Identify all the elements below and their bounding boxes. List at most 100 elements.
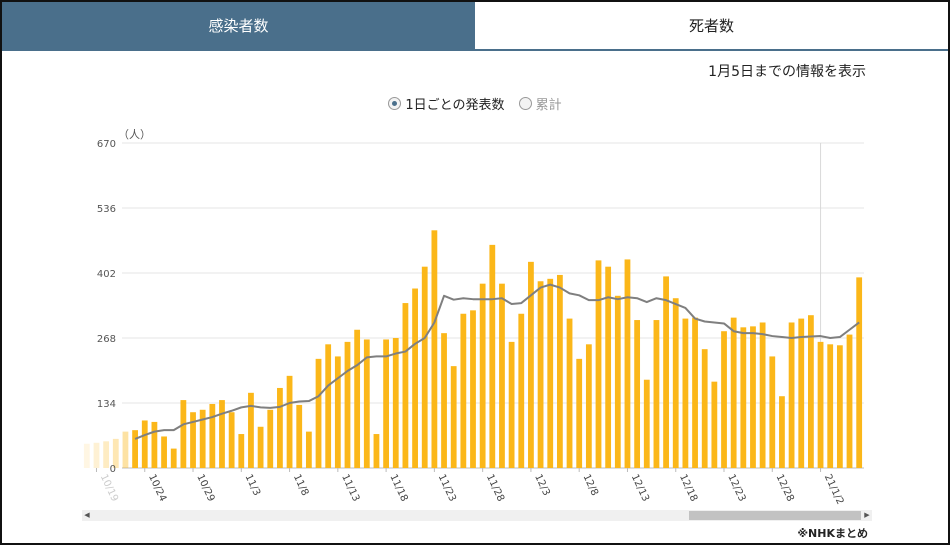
bar[interactable] [721, 331, 727, 468]
bar[interactable] [798, 318, 805, 468]
bar[interactable] [83, 443, 90, 468]
tab-infections[interactable]: 感染者数 [2, 2, 475, 49]
bar[interactable] [325, 344, 332, 468]
bar[interactable] [248, 392, 254, 468]
bar[interactable] [643, 379, 650, 468]
bar[interactable] [634, 320, 641, 468]
bar[interactable] [672, 298, 679, 468]
bar[interactable] [354, 329, 361, 468]
y-tick-label: 670 [97, 139, 116, 150]
bar[interactable] [305, 431, 312, 468]
scroll-left-arrow-icon[interactable]: ◀ [82, 510, 92, 521]
y-tick-label: 268 [97, 334, 116, 345]
bar[interactable] [132, 430, 138, 468]
bar[interactable] [808, 315, 814, 468]
bar[interactable] [267, 409, 274, 468]
bar[interactable] [556, 274, 563, 468]
bar[interactable] [489, 244, 496, 468]
bar[interactable] [499, 283, 505, 468]
bar[interactable] [315, 358, 322, 468]
bar[interactable] [161, 436, 167, 468]
x-tick-label: 11/13 [339, 473, 361, 504]
bar[interactable] [103, 441, 110, 468]
bar[interactable] [93, 442, 100, 468]
bar[interactable] [141, 420, 148, 468]
bar[interactable] [209, 403, 216, 468]
bar[interactable] [788, 322, 795, 468]
bar[interactable] [180, 400, 187, 468]
bar[interactable] [277, 387, 283, 468]
bar[interactable] [219, 400, 225, 468]
radio-button-icon[interactable] [388, 97, 402, 110]
bar[interactable] [663, 276, 669, 468]
bar[interactable] [412, 288, 418, 468]
bar[interactable] [460, 313, 467, 468]
radio-daily[interactable]: 1日ごとの発表数 [388, 94, 505, 113]
bar[interactable] [682, 318, 689, 468]
bar[interactable] [827, 344, 834, 468]
bar[interactable] [566, 318, 573, 468]
bar[interactable] [170, 448, 177, 468]
bar[interactable] [547, 278, 554, 468]
bar[interactable] [238, 434, 245, 468]
bar[interactable] [856, 277, 863, 468]
x-tick-label: 12/3 [532, 473, 551, 498]
x-tick-label: 10/24 [146, 473, 168, 504]
bar[interactable] [421, 266, 428, 468]
bar[interactable] [779, 396, 785, 468]
bar[interactable] [692, 317, 698, 468]
y-axis-unit-label: （人） [118, 128, 151, 141]
bar[interactable] [122, 431, 129, 468]
bar[interactable] [750, 326, 756, 468]
bar[interactable] [334, 356, 341, 468]
bar[interactable] [344, 341, 351, 468]
bar[interactable] [508, 341, 515, 468]
bar[interactable] [817, 341, 824, 468]
bar[interactable] [518, 313, 525, 468]
bar[interactable] [614, 295, 621, 468]
bar[interactable] [653, 320, 660, 468]
bar[interactable] [537, 281, 544, 468]
scroll-right-arrow-icon[interactable]: ▶ [862, 510, 872, 521]
tab-bar: 感染者数 死者数 [2, 2, 948, 51]
tab-deaths[interactable]: 死者数 [475, 2, 948, 49]
bar[interactable] [257, 426, 264, 468]
bar[interactable] [759, 322, 766, 468]
bar[interactable] [402, 303, 409, 468]
scroll-thumb[interactable] [689, 511, 861, 520]
x-tick-label: 11/8 [291, 473, 310, 498]
bar[interactable] [286, 375, 293, 468]
daily-cases-chart: 0 134 268 402 536 670 10/19 10/24 10/29 11/3 11/8 1… [83, 128, 864, 506]
source-note: ※NHKまとめ [797, 527, 868, 540]
bar[interactable] [576, 358, 583, 468]
bar[interactable] [392, 338, 399, 468]
bar[interactable] [585, 344, 592, 468]
x-tick-label: 12/23 [725, 473, 747, 504]
chart-horizontal-scrollbar[interactable]: ◀ ▶ [82, 510, 872, 521]
radio-button-icon[interactable] [518, 97, 532, 110]
bar[interactable] [624, 259, 631, 468]
app-frame: 感染者数 死者数 1月5日までの情報を表示 1日ごとの発表数 累計 0 134 26… [0, 0, 950, 545]
bar[interactable] [228, 412, 235, 468]
bar[interactable] [470, 310, 476, 468]
radio-cumulative[interactable]: 累計 [518, 94, 562, 113]
bar[interactable] [740, 327, 747, 468]
bar[interactable] [836, 345, 843, 468]
bar[interactable] [595, 260, 602, 468]
bar[interactable] [450, 366, 457, 468]
radio-cumulative-label: 累計 [535, 98, 562, 113]
bar[interactable] [769, 356, 776, 468]
bar[interactable] [151, 421, 158, 468]
bar[interactable] [441, 333, 447, 468]
bar[interactable] [846, 334, 853, 468]
bar[interactable] [730, 317, 737, 468]
x-tick-label: 12/28 [774, 473, 796, 504]
y-tick-label: 536 [97, 204, 116, 215]
bar[interactable] [373, 434, 380, 468]
bar[interactable] [711, 381, 718, 468]
bar[interactable] [479, 283, 486, 468]
bar[interactable] [701, 349, 708, 468]
bar[interactable] [431, 230, 438, 468]
bar[interactable] [296, 404, 303, 468]
bar[interactable] [383, 339, 389, 468]
